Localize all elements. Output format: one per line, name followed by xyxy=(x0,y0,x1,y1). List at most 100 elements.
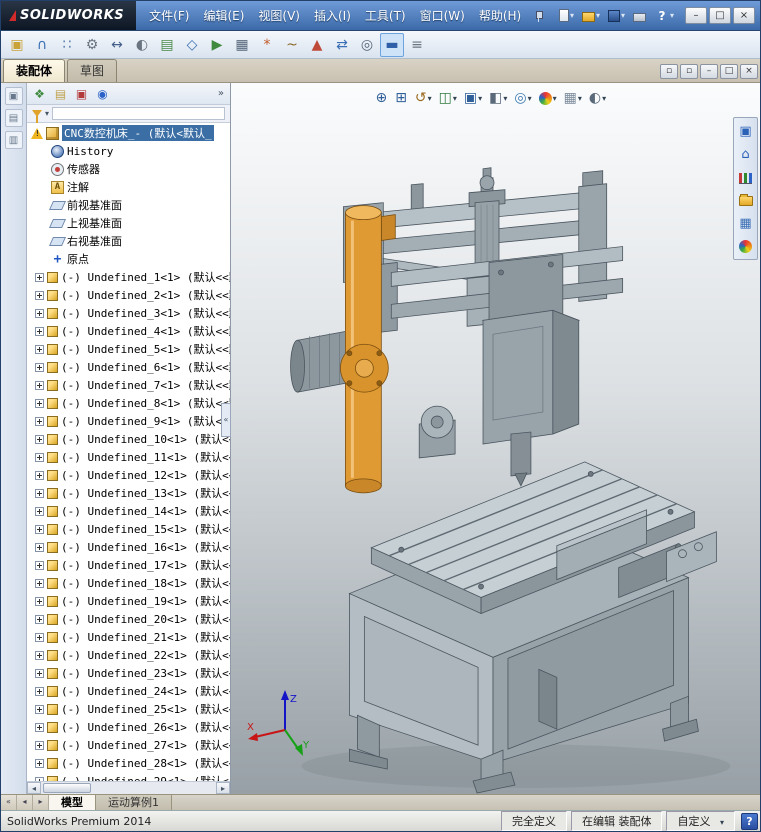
filter-input[interactable] xyxy=(52,107,225,120)
menu-item[interactable]: 视图(V) xyxy=(251,5,307,26)
expander-icon[interactable] xyxy=(35,704,44,714)
expander-icon[interactable] xyxy=(35,434,44,444)
tree-root-row[interactable]: CNC数控机床_- (默认<默认_ xyxy=(27,124,230,142)
panel-mini-icon-2[interactable]: ▤ xyxy=(4,109,23,127)
menu-item[interactable]: 编辑(E) xyxy=(196,5,251,26)
tabs-overflow-chevron[interactable]: » xyxy=(215,88,227,99)
exploded-view-icon[interactable]: * xyxy=(255,33,279,57)
tree-component-row[interactable]: (-) Undefined_15<1> (默认<<默 xyxy=(27,520,230,538)
view-settings-icon[interactable]: ◐ ▾ xyxy=(587,90,608,106)
configuration-manager-tab-icon[interactable]: ▣ xyxy=(72,85,91,103)
smart-fasteners-icon[interactable]: ⚙ xyxy=(80,33,104,57)
tree-component-row[interactable]: (-) Undefined_5<1> (默认<<默 xyxy=(27,340,230,358)
tree-component-row[interactable]: (-) Undefined_14<1> (默认<<默 xyxy=(27,502,230,520)
view-orientation-icon[interactable]: ▣ ▾ xyxy=(462,90,484,106)
close-button[interactable]: × xyxy=(733,7,755,24)
doc-minimize-button[interactable]: – xyxy=(700,64,718,79)
tree-item-row[interactable]: 上视基准面 xyxy=(27,214,230,232)
save-icon[interactable]: ▾ xyxy=(605,8,628,24)
expander-icon[interactable] xyxy=(35,758,44,768)
panel-collapse-handle[interactable]: « xyxy=(221,402,231,437)
tree-component-row[interactable]: (-) Undefined_18<1> (默认<<默 xyxy=(27,574,230,592)
move-component-icon[interactable]: ↔ xyxy=(105,33,129,57)
tree-component-row[interactable]: (-) Undefined_10<1> (默认<<默 xyxy=(27,430,230,448)
new-motion-study-icon[interactable]: ▶ xyxy=(205,33,229,57)
tree-component-row[interactable]: (-) Undefined_13<1> (默认<<默 xyxy=(27,484,230,502)
tree-component-row[interactable]: (-) Undefined_24<1> (默认<<默 xyxy=(27,682,230,700)
maximize-button[interactable]: □ xyxy=(709,7,731,24)
tree-component-row[interactable]: (-) Undefined_23<1> (默认<<默 xyxy=(27,664,230,682)
mass-properties-icon[interactable]: ≡ xyxy=(405,33,429,57)
tree-component-row[interactable]: (-) Undefined_11<1> (默认<<默 xyxy=(27,448,230,466)
hide-show-items-icon[interactable]: ◎ ▾ xyxy=(512,90,533,106)
tab-scroll-right-button[interactable]: ▸ xyxy=(33,795,49,810)
expander-icon[interactable] xyxy=(35,542,44,552)
resources-home-icon[interactable]: ⌂ xyxy=(735,144,756,164)
apply-scene-icon[interactable]: ▦ ▾ xyxy=(562,90,584,106)
display-manager-tab-icon[interactable]: ◉ xyxy=(93,85,112,103)
appearances-icon[interactable]: ● xyxy=(735,236,756,256)
doc-next-window-button[interactable]: ▫ xyxy=(680,64,698,79)
tab-scroll-first-button[interactable]: « xyxy=(1,795,17,810)
expander-icon[interactable] xyxy=(35,380,44,390)
interference-detection-icon[interactable]: ▲ xyxy=(305,33,329,57)
menu-item[interactable]: 窗口(W) xyxy=(413,5,472,26)
tree-component-row[interactable]: (-) Undefined_19<1> (默认<<默 xyxy=(27,592,230,610)
tree-component-row[interactable]: (-) Undefined_6<1> (默认<<默 xyxy=(27,358,230,376)
tree-component-row[interactable]: (-) Undefined_1<1> (默认<<默 xyxy=(27,268,230,286)
hole-alignment-icon[interactable]: ◎ xyxy=(355,33,379,57)
graphics-viewport[interactable]: ⊕ ⊞ ↺ ▾ ◫ ▾ ▣ ▾ ◧ ▾ ◎ ▾ ▾ ▦ ▾ ◐ ▾ ▣ ⌂ ▦ … xyxy=(231,83,760,794)
expander-icon[interactable] xyxy=(35,560,44,570)
assembly-features-icon[interactable]: ▤ xyxy=(155,33,179,57)
insert-components-icon[interactable]: ▣ xyxy=(5,33,29,57)
expander-icon[interactable] xyxy=(35,740,44,750)
scroll-track[interactable] xyxy=(41,782,216,794)
view-palette-icon[interactable]: ▦ xyxy=(735,213,756,233)
document-tab[interactable]: 运动算例1 xyxy=(96,795,172,810)
scroll-thumb[interactable] xyxy=(43,783,91,793)
tree-item-row[interactable]: 原点 xyxy=(27,250,230,268)
open-document-icon[interactable]: ▾ xyxy=(579,7,603,24)
expander-icon[interactable] xyxy=(35,668,44,678)
menu-item[interactable]: 文件(F) xyxy=(142,5,196,26)
expander-icon[interactable] xyxy=(35,344,44,354)
minimize-button[interactable]: – xyxy=(685,7,707,24)
feature-manager-tab-icon[interactable]: ❖ xyxy=(30,85,49,103)
panel-mini-icon-3[interactable]: ▥ xyxy=(4,131,23,149)
expander-icon[interactable] xyxy=(35,272,44,282)
expander-icon[interactable] xyxy=(35,452,44,462)
expander-icon[interactable] xyxy=(35,506,44,516)
property-manager-tab-icon[interactable]: ▤ xyxy=(51,85,70,103)
tree-component-row[interactable]: (-) Undefined_4<1> (默认<<默 xyxy=(27,322,230,340)
tree-component-row[interactable]: (-) Undefined_8<1> (默认<<默 xyxy=(27,394,230,412)
tree-item-row[interactable]: 传感器 xyxy=(27,160,230,178)
tree-item-row[interactable]: 右视基准面 xyxy=(27,232,230,250)
menu-item[interactable]: 工具(T) xyxy=(358,5,413,26)
explode-line-sketch-icon[interactable]: ~ xyxy=(280,33,304,57)
section-view-icon[interactable]: ◫ ▾ xyxy=(437,90,459,106)
expander-icon[interactable] xyxy=(35,596,44,606)
scroll-left-button[interactable]: ◂ xyxy=(27,782,41,794)
tab-scroll-left-button[interactable]: ◂ xyxy=(17,795,33,810)
menu-item[interactable]: 插入(I) xyxy=(307,5,358,26)
expander-icon[interactable] xyxy=(35,326,44,336)
doc-close-button[interactable]: × xyxy=(740,64,758,79)
tab-sketch[interactable]: 草图 xyxy=(67,59,118,82)
expander-icon[interactable] xyxy=(35,686,44,696)
doc-prev-window-button[interactable]: ▫ xyxy=(660,64,678,79)
zoom-area-icon[interactable]: ⊞ xyxy=(393,90,410,106)
task-pane-toggle-icon[interactable]: ▣ xyxy=(735,121,756,141)
pushpin-icon[interactable] xyxy=(532,10,544,22)
tree-component-row[interactable]: (-) Undefined_26<1> (默认<<默 xyxy=(27,718,230,736)
expander-icon[interactable] xyxy=(35,290,44,300)
expander-icon[interactable] xyxy=(35,776,44,781)
tree-component-row[interactable]: (-) Undefined_2<1> (默认<<默 xyxy=(27,286,230,304)
unit-system-selector[interactable]: 自定义 ▾ xyxy=(666,811,735,831)
panel-mini-icon-1[interactable]: ▣ xyxy=(4,87,23,105)
linear-component-pattern-icon[interactable]: ∷ xyxy=(55,33,79,57)
expander-icon[interactable] xyxy=(35,488,44,498)
new-document-icon[interactable]: ▾ xyxy=(556,7,577,24)
design-library-icon[interactable]: ▥ xyxy=(735,167,756,187)
expander-icon[interactable] xyxy=(35,308,44,318)
tree-component-row[interactable]: (-) Undefined_21<1> (默认<<默 xyxy=(27,628,230,646)
